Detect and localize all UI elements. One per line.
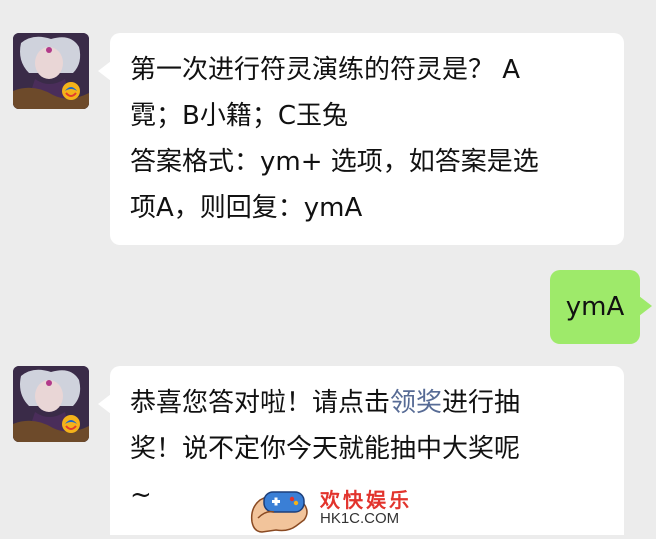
message-bubble-user-reply[interactable]: ymA	[550, 270, 652, 344]
question-line-1: 第一次进行符灵演练的符灵是？ A	[130, 55, 521, 85]
question-line-2: 霓；B小籍；C玉兔	[130, 101, 348, 131]
bot-avatar[interactable]	[13, 366, 89, 442]
question-line-4: 项A，则回复：ymA	[130, 193, 363, 223]
watermark-site: HK1C.COM	[320, 510, 400, 527]
message-bubble-question[interactable]: 第一次进行符灵演练的符灵是？ A 霓；B小籍；C玉兔 答案格式：ym+ 选项，如…	[98, 33, 624, 245]
claim-prize-link[interactable]: 领奖	[390, 388, 442, 418]
question-line-3: 答案格式：ym+ 选项，如答案是选	[130, 147, 539, 177]
game-character-avatar-icon	[13, 33, 89, 109]
game-character-avatar-icon	[13, 366, 89, 442]
bubble-tail	[98, 61, 111, 81]
congrats-line-1: 恭喜您答对啦！请点击领奖进行抽	[130, 388, 521, 418]
bubble-tail	[98, 394, 111, 414]
bot-avatar[interactable]	[13, 33, 89, 109]
watermark-name: 欢快娱乐	[320, 488, 412, 512]
hand-holding-gamepad-icon	[250, 491, 308, 533]
congrats-line-2: 奖！说不定你今天就能抽中大奖呢	[130, 434, 521, 464]
watermark: 欢快娱乐 HK1C.COM	[248, 478, 418, 535]
user-reply-text: ymA	[565, 292, 625, 322]
bubble-tail	[639, 296, 652, 316]
